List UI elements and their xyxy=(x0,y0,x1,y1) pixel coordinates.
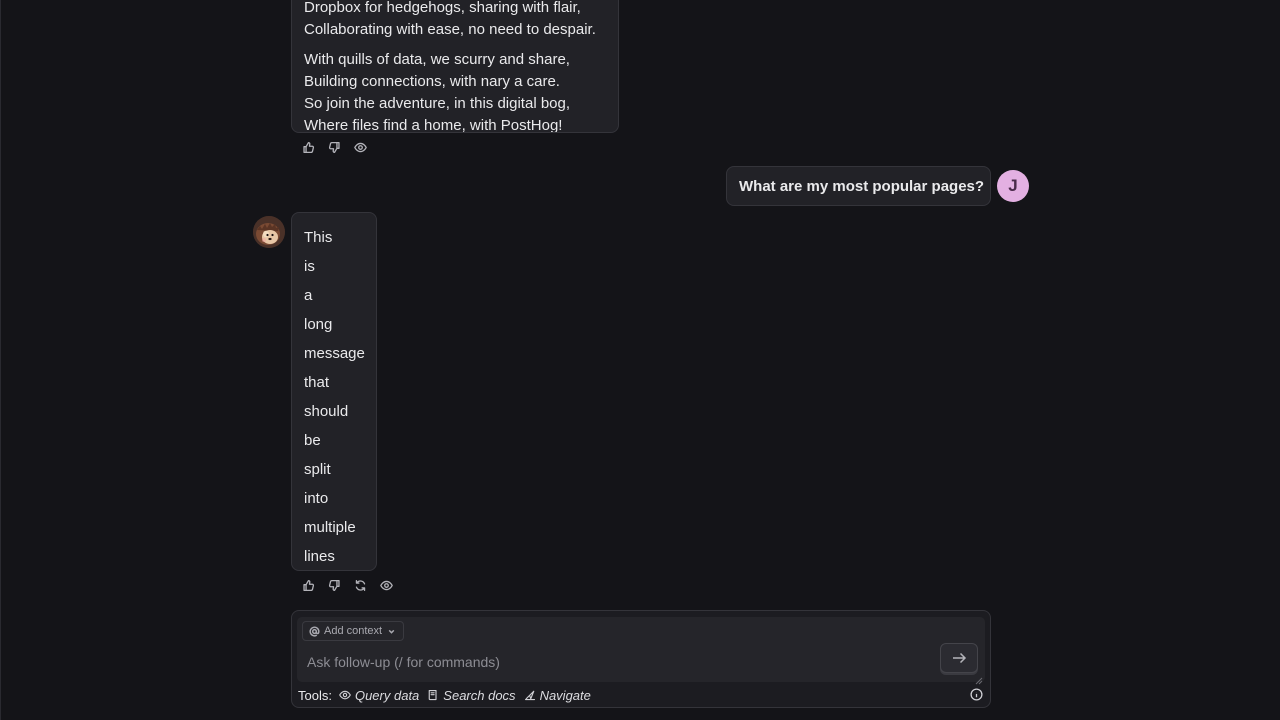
resize-handle[interactable] xyxy=(975,672,983,685)
send-button[interactable] xyxy=(940,643,978,673)
prompt-input[interactable] xyxy=(307,651,927,673)
eye-icon[interactable] xyxy=(378,577,394,593)
chevron-down-icon xyxy=(388,629,395,634)
window-edge xyxy=(0,0,1,720)
composer-input-area: Add context xyxy=(297,617,985,685)
message-word: long xyxy=(304,316,333,333)
compass-icon xyxy=(524,690,535,701)
tool-search-docs[interactable]: Search docs xyxy=(427,687,516,703)
message-word: lines xyxy=(304,548,335,565)
message-word: is xyxy=(304,258,315,275)
user-message: What are my most popular pages? xyxy=(726,166,991,206)
poem-line: Collaborating with ease, no need to desp… xyxy=(304,21,596,38)
eye-icon[interactable] xyxy=(352,139,368,155)
thumbs-down-icon[interactable] xyxy=(326,577,342,593)
tools-row: Tools: Query data Search docs Navigate xyxy=(298,686,599,704)
poem-line: So join the adventure, in this digital b… xyxy=(304,95,571,112)
thumbs-up-icon[interactable] xyxy=(300,139,316,155)
poem-message-actions xyxy=(300,139,368,155)
message-word: multiple xyxy=(304,519,356,536)
tool-label: Navigate xyxy=(539,687,591,703)
poem-line: Building connections, with nary a care. xyxy=(304,73,560,90)
book-icon xyxy=(428,689,437,701)
eye-icon xyxy=(339,690,351,700)
at-sign-icon xyxy=(309,625,320,636)
add-context-button[interactable]: Add context xyxy=(302,621,405,641)
message-word: split xyxy=(304,461,331,478)
tool-query-data[interactable]: Query data xyxy=(339,688,419,703)
tool-label: Search docs xyxy=(443,687,516,703)
poem-line: Dropbox for hedgehogs, sharing with flai… xyxy=(304,0,581,16)
message-word: that xyxy=(304,374,330,391)
hedgehog-avatar xyxy=(253,216,285,248)
tool-label: Query data xyxy=(354,687,420,703)
user-avatar: J xyxy=(997,170,1029,202)
poem-line: With quills of data, we scurry and share… xyxy=(304,51,570,68)
poem-stanza-1: Dropbox for hedgehogs, sharing with flai… xyxy=(304,0,606,41)
arrow-right-icon xyxy=(953,652,967,664)
message-word: a xyxy=(304,287,313,304)
message-word: should xyxy=(304,403,349,420)
assistant-message-poem: Dropbox for hedgehogs, sharing with flai… xyxy=(291,0,619,133)
poem-line: Where files find a home, with PostHog! xyxy=(304,117,563,133)
info-icon[interactable] xyxy=(970,688,984,702)
message-word: into xyxy=(304,490,329,507)
add-context-label: Add context xyxy=(324,625,383,637)
long-message-actions xyxy=(300,577,394,593)
message-word: message xyxy=(304,345,365,362)
retry-icon[interactable] xyxy=(352,577,368,593)
poem-stanza-2: With quills of data, we scurry and share… xyxy=(304,49,606,133)
message-word: be xyxy=(304,432,321,449)
message-word: This xyxy=(304,229,333,246)
message-composer: Add context Tools: Query data Search doc… xyxy=(291,610,991,708)
tools-label: Tools: xyxy=(298,687,332,703)
user-avatar-initial: J xyxy=(1008,176,1018,195)
user-message-text: What are my most popular pages? xyxy=(739,177,985,195)
thumbs-down-icon[interactable] xyxy=(326,139,342,155)
assistant-message-long: This is a long message that should be sp… xyxy=(291,212,377,571)
thumbs-up-icon[interactable] xyxy=(300,577,316,593)
hedgehog-icon xyxy=(253,216,285,248)
tool-navigate[interactable]: Navigate xyxy=(524,688,591,703)
